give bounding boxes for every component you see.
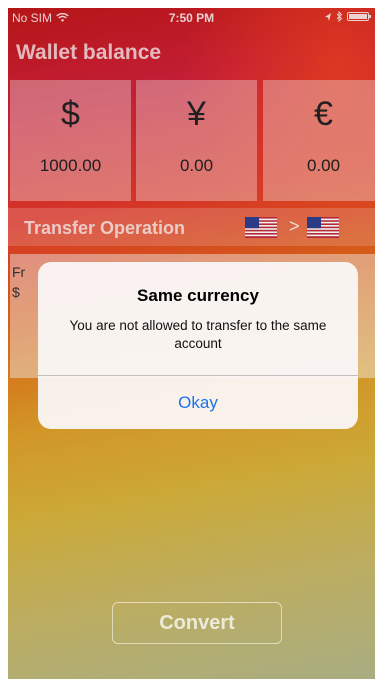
convert-button[interactable]: Convert <box>112 602 282 644</box>
alert-dialog: Same currency You are not allowed to tra… <box>38 262 358 429</box>
app-screen: No SIM 7:50 PM Wallet balance $ 1000.00 … <box>8 8 375 679</box>
alert-title: Same currency <box>137 286 259 305</box>
okay-button[interactable]: Okay <box>38 376 358 429</box>
alert-message: You are not allowed to transfer to the s… <box>69 318 327 351</box>
